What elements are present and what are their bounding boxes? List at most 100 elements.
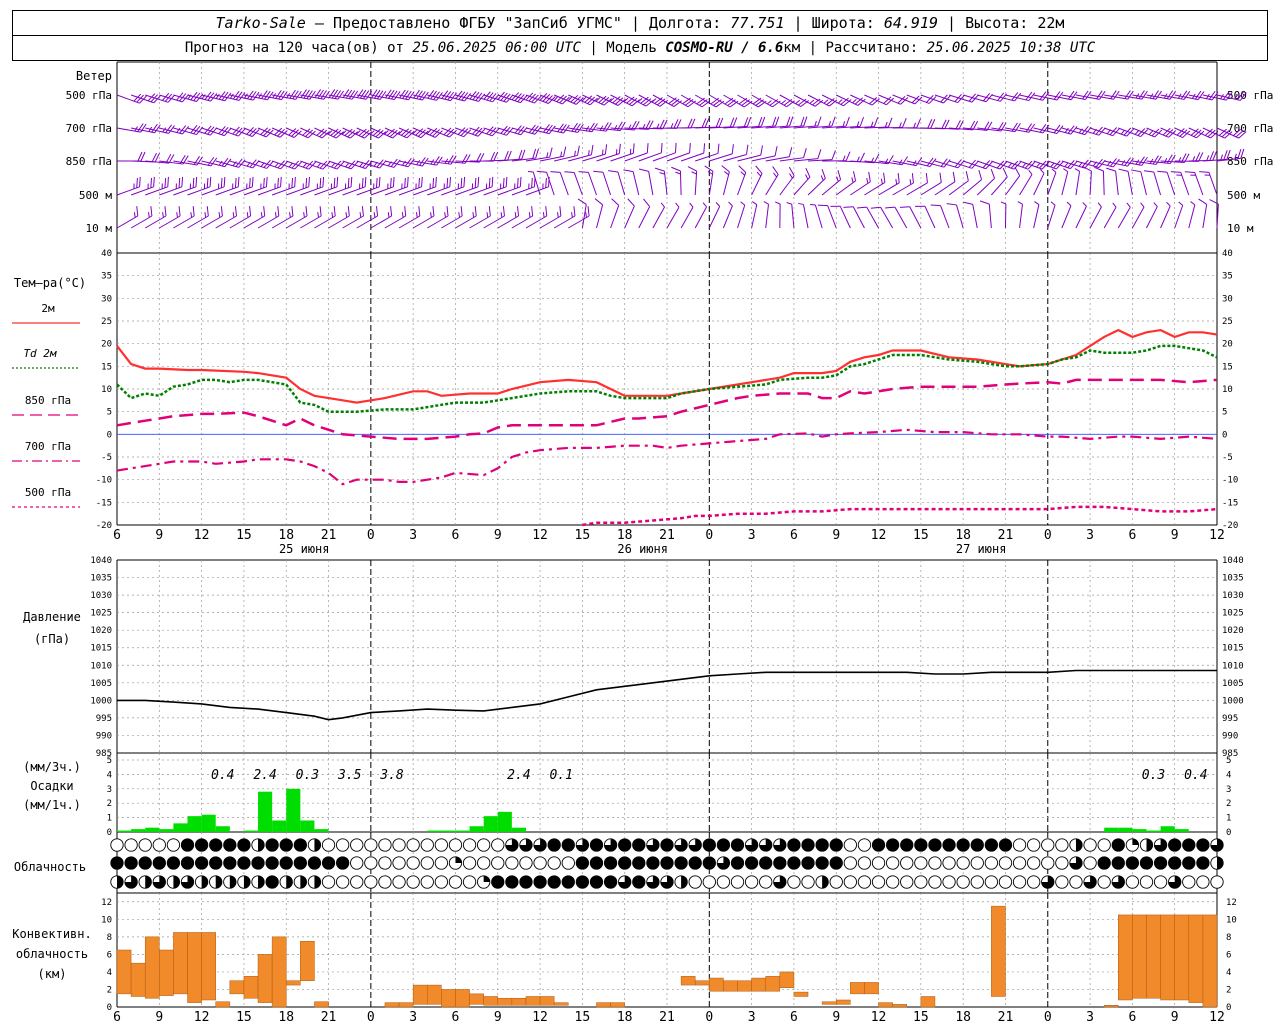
temp-x-tick: 15: [913, 528, 929, 543]
cloud-cover-symbol: [448, 875, 463, 889]
wind-barb-half-feather: [1178, 201, 1184, 206]
precip-3h-total: 0.3: [1142, 768, 1165, 783]
wind-barb-half-feather: [1153, 202, 1158, 207]
wind-barb: [1005, 166, 1021, 196]
wind-barb-shaft: [680, 206, 694, 229]
wind-barb-feather: [232, 90, 240, 100]
cloud-symbol-outline: [547, 856, 561, 870]
wind-barb-half-feather: [842, 155, 846, 161]
precip-y-tick-left: 0: [107, 828, 112, 838]
cloud-symbol-outline: [857, 856, 872, 870]
cloud-cover-symbol: [885, 838, 900, 852]
cloud-cover-symbol: [1012, 856, 1027, 870]
cloud-symbol-outline: [462, 856, 477, 870]
cloud-cover-symbol: [110, 875, 124, 889]
wind-barb-half-feather: [675, 171, 681, 175]
cloud-symbol-fill: [181, 856, 194, 870]
wind-barb-shaft: [880, 206, 894, 229]
wind-barb-shaft: [962, 160, 987, 170]
wind-barb: [117, 151, 146, 162]
wind-barb-shaft: [300, 186, 324, 196]
wind-barb-half-feather: [752, 201, 758, 205]
bottom-x-tick: 9: [494, 1010, 502, 1024]
wind-barb-shaft: [624, 152, 648, 162]
wind-barb-feather: [450, 92, 457, 101]
wind-barb-feather: [588, 122, 595, 132]
temp-x-tick: 9: [155, 528, 163, 543]
precip-y-tick-left: 2: [107, 799, 112, 809]
cloud-cover-symbol: [942, 875, 956, 889]
cloud-cover-symbol: [1168, 875, 1182, 889]
convective-bar: [201, 932, 216, 1001]
pressure-y-tick-left: 990: [96, 731, 112, 741]
wind-barb: [793, 149, 822, 162]
wind-barb-half-feather: [763, 201, 769, 205]
wind-barb-shaft: [1166, 172, 1176, 196]
wind-barb-feather: [1180, 90, 1188, 100]
temp-legend-label: Td 2м: [23, 347, 56, 360]
cloud-cover-symbol: [138, 875, 152, 889]
cloud-cover-symbol: [970, 856, 984, 870]
precip-bar: [243, 830, 259, 832]
wind-barb-feather: [235, 91, 243, 101]
cloud-cover-symbol: [1210, 856, 1224, 870]
cloud-symbol-outline: [448, 875, 463, 889]
wind-barb-feather: [1170, 171, 1181, 173]
wind-barb-feather: [1056, 125, 1064, 134]
cloud-symbol-outline: [124, 838, 138, 852]
convective-bar: [779, 971, 795, 988]
wind-barb: [1199, 171, 1218, 196]
bottom-x-tick: 6: [113, 1010, 121, 1024]
cloud-cover-symbol: [744, 875, 759, 889]
temp-x-tick: 0: [367, 528, 375, 543]
cloud-cover-symbol: [928, 856, 942, 870]
wind-barb-feather: [249, 91, 257, 100]
cloud-cover-symbol: [674, 875, 688, 889]
cloud-symbol-outline: [1012, 856, 1027, 870]
wind-barb: [751, 165, 763, 196]
wind-barb-feather: [1198, 198, 1207, 205]
cloud-symbol-outline: [900, 875, 914, 889]
wind-barb-shaft: [1188, 204, 1196, 229]
wind-barb-half-feather: [1050, 201, 1056, 206]
convective-bar: [441, 989, 456, 1008]
wind-barb: [1019, 169, 1033, 196]
cloud-cover-symbol: [1111, 875, 1125, 889]
wind-barb-feather: [755, 165, 763, 174]
conv-y-tick-left: 8: [107, 933, 112, 943]
wind-barb-feather: [943, 159, 951, 168]
cloud-symbol-fill: [815, 838, 829, 852]
pressure-unit: (гПа): [34, 632, 70, 646]
cloud-symbol-outline: [801, 875, 815, 889]
temp-x-tick: 21: [998, 528, 1014, 543]
wind-barb-shaft: [1047, 172, 1057, 196]
wind-barb-feather: [436, 92, 443, 101]
bottom-x-tick: 21: [998, 1010, 1014, 1024]
cloud-symbol-fill: [195, 838, 208, 852]
wind-barb-shaft: [988, 204, 992, 229]
wind-barb: [243, 127, 274, 138]
wind-barb-feather: [441, 90, 449, 99]
pressure-y-tick-left: 1005: [90, 679, 112, 689]
cloud-symbol-fill: [294, 856, 307, 870]
wind-barb-feather: [899, 206, 910, 208]
wind-barb: [920, 119, 950, 130]
wind-barb-shaft: [648, 171, 654, 196]
wind-barb-feather: [427, 90, 435, 99]
pressure-y-tick-left: 1000: [90, 696, 112, 706]
temp-y-tick-right: 5: [1222, 408, 1227, 418]
convective-bar: [314, 1001, 329, 1008]
precip-bar: [469, 826, 484, 832]
wind-barb-half-feather: [756, 171, 762, 177]
cloud-symbol-fill: [110, 856, 124, 870]
wind-barb: [671, 166, 682, 196]
wind-barb: [930, 204, 950, 229]
cloud-symbol-fill: [505, 875, 519, 889]
wind-barb: [798, 202, 809, 229]
cloud-cover-symbol: [575, 875, 590, 889]
cloud-symbol-outline: [462, 875, 477, 889]
convective-bar: [1132, 914, 1147, 999]
wind-barb-shaft: [602, 172, 612, 196]
precip-bar: [173, 823, 188, 832]
wind-barb: [1106, 167, 1119, 196]
